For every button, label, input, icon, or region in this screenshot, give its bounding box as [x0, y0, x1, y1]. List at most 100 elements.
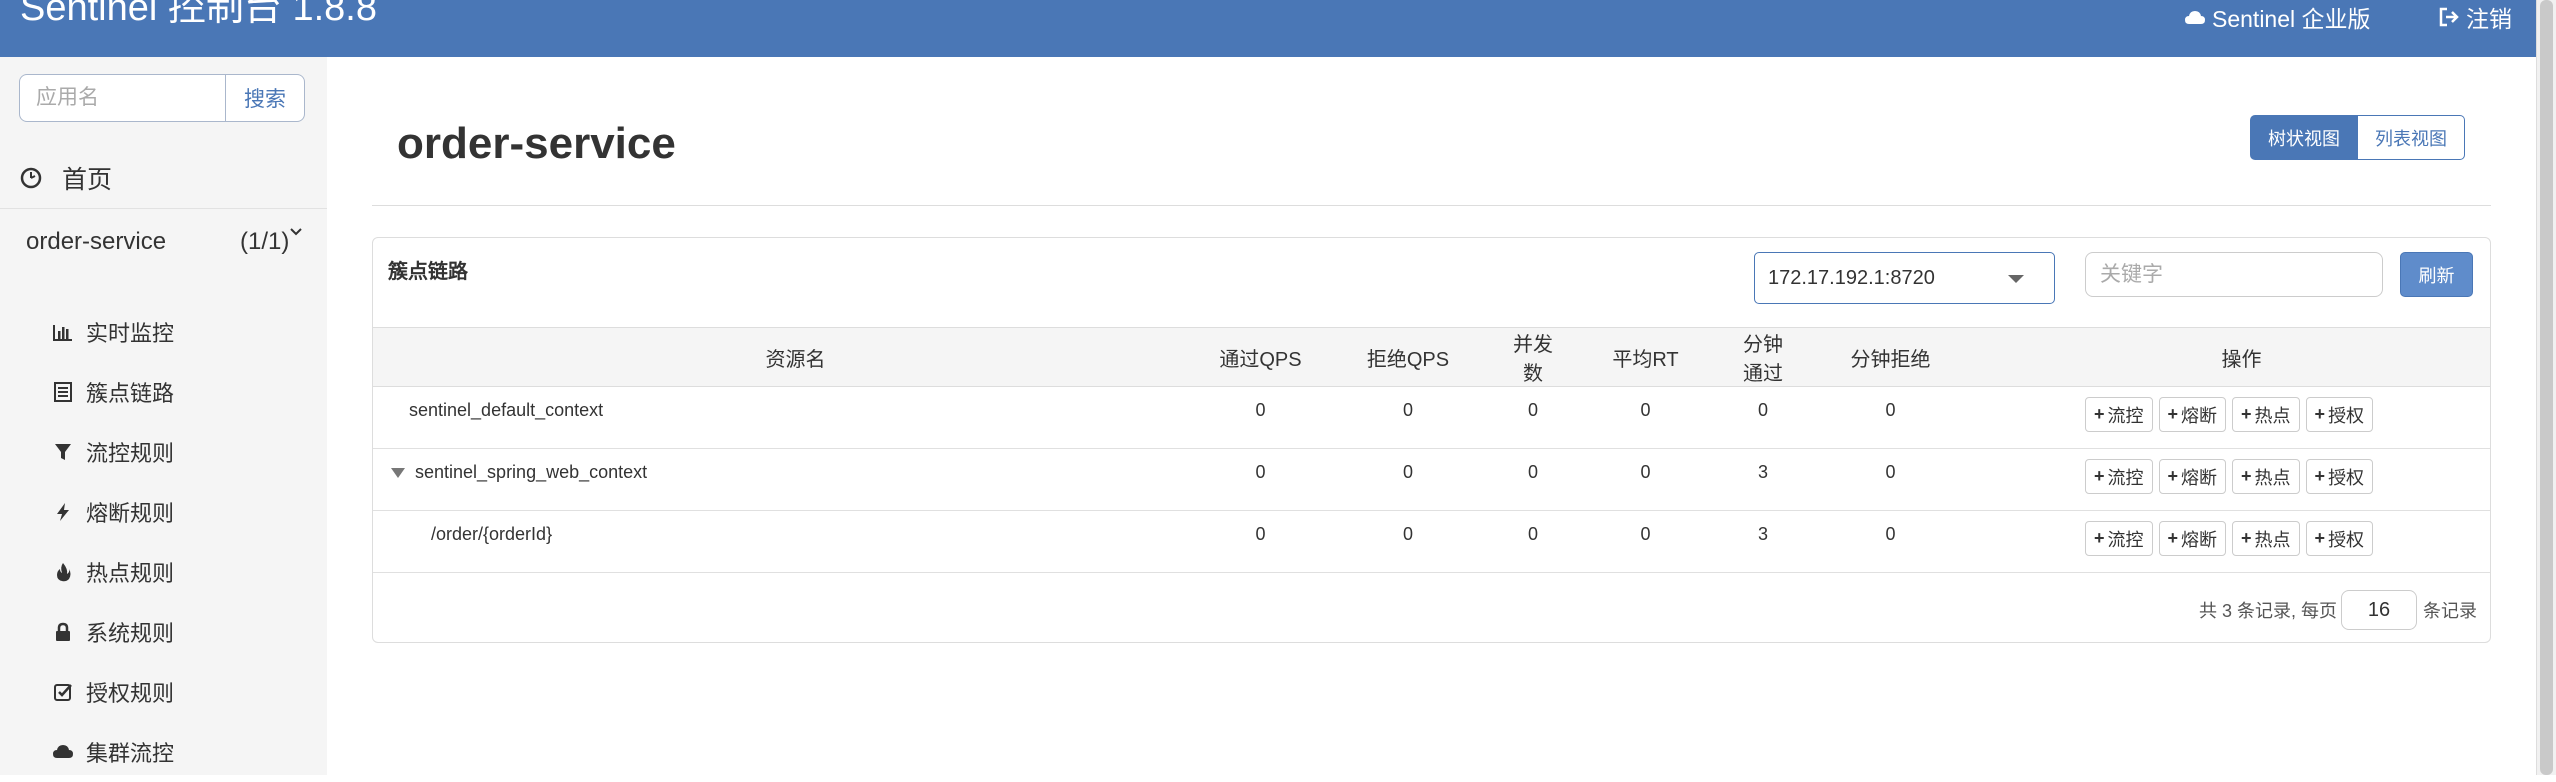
sidebar-item-label: 流控规则	[86, 441, 175, 466]
list-view-button[interactable]: 列表视图	[2358, 115, 2465, 160]
cell-minute-block: 0	[1788, 386, 1993, 449]
list-alt-icon	[54, 382, 72, 402]
cell-avg-rt: 0	[1553, 510, 1738, 573]
plus-icon: +	[2094, 466, 2105, 486]
tree-view-button[interactable]: 树状视图	[2250, 115, 2358, 160]
column-header-ops: 操作	[1993, 327, 2490, 387]
degrade-button[interactable]: + 熔断	[2158, 397, 2227, 432]
app-instance-count: (1/1)	[240, 228, 290, 255]
sidebar-item-authority-rules[interactable]: 授权规则	[0, 662, 327, 722]
flow-button[interactable]: + 流控	[2085, 459, 2153, 494]
refresh-button[interactable]: 刷新	[2400, 252, 2473, 297]
authority-button[interactable]: + 授权	[2305, 521, 2374, 556]
sidebar-item-realtime-monitor[interactable]: 实时监控	[0, 302, 327, 362]
enterprise-link[interactable]: Sentinel 企业版	[2184, 0, 2371, 34]
resource-name: /order/{orderId}	[431, 524, 553, 544]
app-name: order-service	[26, 228, 167, 255]
sidebar-item-degrade-rules[interactable]: 熔断规则	[0, 482, 327, 542]
page-size-input[interactable]	[2341, 590, 2418, 630]
caret-down-icon[interactable]	[391, 468, 405, 479]
ops-cell: + 流控 + 熔断 + 热点 + 授权	[1993, 386, 2490, 449]
top-navbar: Sentinel 控制台 1.8.8 Sentinel 企业版 注销	[0, 0, 2536, 57]
view-toggle: 树状视图 列表视图	[2250, 115, 2465, 160]
cloud-icon	[53, 745, 73, 758]
brand-title[interactable]: Sentinel 控制台 1.8.8	[20, 0, 377, 28]
degrade-button[interactable]: + 熔断	[2158, 521, 2227, 556]
app-search-button[interactable]: 搜索	[226, 74, 305, 122]
chevron-down-icon	[290, 228, 302, 236]
machine-select[interactable]: 172.17.192.1:8720	[1754, 252, 2055, 304]
resource-name-cell: sentinel_default_context	[373, 386, 1218, 449]
sidebar-app-order-service[interactable]: order-service (1/1)	[0, 209, 327, 271]
degrade-button[interactable]: + 熔断	[2158, 459, 2227, 494]
scrollbar-thumb[interactable]	[2540, 0, 2553, 775]
column-header-pass-qps: 通过QPS	[1218, 327, 1303, 387]
sidebar-item-cluster-flow[interactable]: 集群流控	[0, 722, 327, 782]
plus-icon: +	[2094, 528, 2105, 548]
logout-icon	[2439, 7, 2459, 27]
plus-icon: +	[2167, 528, 2179, 548]
plus-icon: +	[2314, 528, 2326, 548]
plus-icon: +	[2167, 466, 2179, 486]
table-header-row: 资源名 通过QPS 拒绝QPS 并发数 平均RT 分钟通过 分钟拒绝 操作	[373, 327, 2490, 387]
sidebar-item-hotspot-rules[interactable]: 热点规则	[0, 542, 327, 602]
hotspot-button[interactable]: + 热点	[2232, 459, 2300, 494]
authority-button[interactable]: + 授权	[2305, 459, 2374, 494]
flow-button[interactable]: + 流控	[2085, 521, 2153, 556]
pager-prefix: 共 3 条记录, 每页	[2199, 601, 2338, 621]
hotspot-button[interactable]: + 热点	[2232, 397, 2300, 432]
plus-icon: +	[2241, 528, 2252, 548]
pagination: 共 3 条记录, 每页 条记录	[2199, 590, 2477, 630]
cell-minute-block: 0	[1788, 448, 1993, 511]
cell-pass-qps: 0	[1218, 386, 1303, 449]
cell-minute-pass: 0	[1738, 386, 1788, 449]
cell-block-qps: 0	[1303, 386, 1513, 449]
sidebar-item-label: 簇点链路	[86, 381, 175, 406]
column-header-block-qps: 拒绝QPS	[1303, 327, 1513, 387]
enterprise-label: Sentinel 企业版	[2212, 6, 2371, 32]
resource-name: sentinel_spring_web_context	[415, 462, 648, 482]
pager-suffix: 条记录	[2423, 601, 2478, 621]
plus-icon: +	[2167, 404, 2179, 424]
cell-avg-rt: 0	[1553, 448, 1738, 511]
cell-minute-pass: 3	[1738, 448, 1788, 511]
machine-select-value: 172.17.192.1:8720	[1768, 266, 1935, 289]
filter-icon	[55, 444, 71, 460]
cell-avg-rt: 0	[1553, 386, 1738, 449]
chevron-down-icon	[2008, 275, 2024, 283]
cell-minute-pass: 3	[1738, 510, 1788, 573]
cell-minute-block: 0	[1788, 510, 1993, 573]
sidebar-item-home[interactable]: 首页	[0, 147, 327, 209]
authority-button[interactable]: + 授权	[2305, 397, 2374, 432]
cell-threads: 0	[1513, 510, 1553, 573]
column-header-avg-rt: 平均RT	[1553, 327, 1738, 387]
dashboard-icon	[20, 167, 42, 188]
table-row: sentinel_default_context 0 0 0 0 0 0 + 流控 + 熔断 + 热点 +…	[373, 386, 2490, 449]
table-row: sentinel_spring_web_context 0 0 0 0 3 0 + 流控 + 熔断 +…	[373, 448, 2490, 511]
sidebar-item-label: 熔断规则	[86, 501, 175, 526]
hotspot-button[interactable]: + 热点	[2232, 521, 2300, 556]
keyword-search-input[interactable]	[2085, 252, 2383, 297]
sidebar-item-flow-rules[interactable]: 流控规则	[0, 422, 327, 482]
page-scrollbar[interactable]	[2536, 0, 2556, 775]
plus-icon: +	[2094, 404, 2105, 424]
flow-button[interactable]: + 流控	[2085, 397, 2153, 432]
sidebar-item-label: 授权规则	[86, 681, 175, 706]
resource-table: 资源名 通过QPS 拒绝QPS 并发数 平均RT 分钟通过 分钟拒绝 操作 se…	[373, 327, 2490, 573]
app-search-input[interactable]	[19, 74, 226, 122]
sidebar: 搜索 首页 order-service (1/1) 实时监控 簇点链路 流控规则…	[0, 57, 327, 775]
ops-cell: + 流控 + 熔断 + 热点 + 授权	[1993, 448, 2490, 511]
cell-block-qps: 0	[1303, 510, 1513, 573]
ops-cell: + 流控 + 熔断 + 热点 + 授权	[1993, 510, 2490, 573]
table-row: /order/{orderId} 0 0 0 0 3 0 + 流控 + 熔断 + 热点 + 授权	[373, 510, 2490, 573]
cell-threads: 0	[1513, 448, 1553, 511]
resource-name: sentinel_default_context	[409, 400, 604, 420]
sidebar-item-system-rules[interactable]: 系统规则	[0, 602, 327, 662]
title-divider	[372, 205, 2491, 206]
resource-name-cell: /order/{orderId}	[373, 510, 1218, 573]
sidebar-item-label: 热点规则	[86, 561, 175, 586]
page-title: order-service	[397, 119, 676, 168]
cell-pass-qps: 0	[1218, 510, 1303, 573]
logout-link[interactable]: 注销	[2438, 0, 2512, 34]
sidebar-item-cluster-link[interactable]: 簇点链路	[0, 362, 327, 422]
